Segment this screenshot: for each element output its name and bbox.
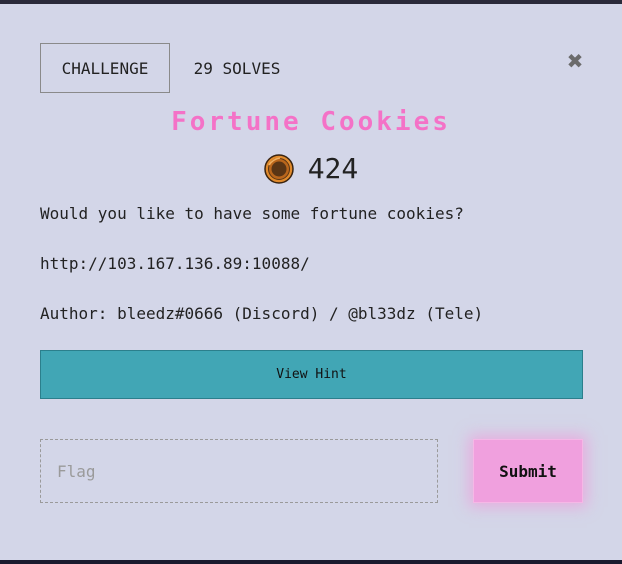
close-icon[interactable]: ✖ [564, 49, 586, 73]
challenge-url[interactable]: http://103.167.136.89:10088/ [40, 254, 310, 273]
view-hint-button[interactable]: View Hint [40, 350, 583, 399]
challenge-title: Fortune Cookies [171, 107, 451, 137]
challenge-description: Would you like to have some fortune cook… [40, 204, 464, 223]
challenge-author: Author: bleedz#0666 (Discord) / @bl33dz … [40, 304, 484, 323]
points-value: 424 [307, 152, 359, 185]
points-row: 424 [0, 152, 622, 185]
background-bottom-strip [0, 560, 622, 564]
tab-solves[interactable]: 29 SOLVES [172, 43, 302, 93]
tab-challenge[interactable]: CHALLENGE [40, 43, 170, 93]
flag-input[interactable] [40, 439, 438, 503]
challenge-modal: CHALLENGE 29 SOLVES ✖ Fortune Cookies 42… [0, 4, 622, 560]
submit-button[interactable]: Submit [473, 439, 583, 503]
coin-icon [263, 153, 294, 184]
